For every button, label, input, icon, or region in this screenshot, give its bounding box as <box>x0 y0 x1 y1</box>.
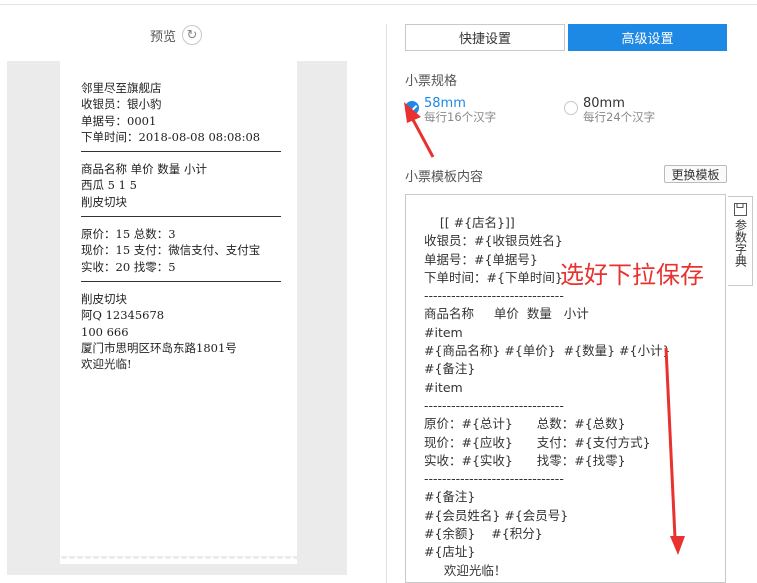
receipt-separator <box>81 280 281 291</box>
swap-template-button[interactable]: 更换模板 <box>664 165 727 183</box>
receipt-line: 商品名称 单价 数量 小计 <box>81 162 207 177</box>
template-line: ------------------------------- <box>424 397 564 413</box>
template-line: #{备注} <box>424 361 476 377</box>
receipt-separator <box>81 216 281 226</box>
template-line: 原价：#{总计} 总数：#{总数} <box>424 416 626 432</box>
refresh-icon[interactable]: ↻ <box>182 25 203 45</box>
receipt-line: 阿Q 12345678 <box>81 308 165 323</box>
radio-80mm-label: 80mm <box>583 96 625 111</box>
receipt-content: 邻里尽至旗舰店 收银员：银小豹 单据号：0001 下单时间：2018-08-08 08… <box>81 80 281 372</box>
template-line: ------------------------------- <box>424 471 564 487</box>
param-dict-button[interactable]: 参数字典 <box>728 196 753 286</box>
receipt-line: 100 666 <box>81 324 129 339</box>
template-line: 欢迎光临！ <box>424 562 507 578</box>
tab-quick-settings[interactable]: 快捷设置 <box>405 24 565 51</box>
template-line: 实收：#{实收} 找零：#{找零} <box>424 452 626 468</box>
receipt-line: 削皮切块 <box>81 194 127 209</box>
template-line: #{商品名称} #{单价} #{数量} #{小计} <box>424 343 671 359</box>
radio-80mm[interactable]: 80mm 每行24个汉字 <box>564 97 655 124</box>
receipt-separator <box>81 151 281 161</box>
template-line: #{店址} <box>424 544 476 560</box>
receipt-line: 厦门市思明区环岛东路1801号 <box>81 340 237 355</box>
receipt-torn-edge <box>60 556 297 564</box>
panel-divider <box>386 24 387 583</box>
receipt-line: 欢迎光临! <box>81 357 132 372</box>
param-dict-label: 参数字典 <box>733 219 748 267</box>
receipt-line: 原价：15 总数：3 <box>81 227 176 242</box>
radio-58mm-sub: 每行16个汉字 <box>424 110 497 124</box>
template-line: #item <box>424 324 463 340</box>
template-line: #item <box>424 379 463 395</box>
radio-checked-icon[interactable] <box>405 101 419 115</box>
radio-58mm[interactable]: 58mm 每行16个汉字 <box>405 97 496 124</box>
receipt-line: 实收：20 找零：5 <box>81 259 176 274</box>
receipt-line: 下单时间：2018-08-08 08:08:08 <box>81 129 261 144</box>
template-line: 现价：#{应收} 支付：#{支付方式} <box>424 434 651 450</box>
top-border <box>0 4 757 5</box>
template-line: #{会员姓名} #{会员号} <box>424 507 569 523</box>
preview-title: 预览 <box>150 29 177 45</box>
template-line: 商品名称 单价 数量 小计 <box>424 306 589 322</box>
template-line: [[ #{店名}]] <box>424 215 515 230</box>
preview-header: 预览 ↻ <box>150 25 203 45</box>
receipt-line: 邻里尽至旗舰店 <box>81 81 162 95</box>
template-line: #{备注} <box>424 489 476 505</box>
tab-advanced-settings[interactable]: 高级设置 <box>568 24 727 51</box>
radio-unchecked-icon[interactable] <box>564 101 578 115</box>
receipt-line: 西瓜 5 1 5 <box>81 178 137 193</box>
save-icon <box>733 203 747 216</box>
annotation-text: 选好下拉保存 <box>560 261 704 289</box>
template-title: 小票模板内容 <box>405 170 484 185</box>
radio-80mm-sub: 每行24个汉字 <box>583 110 656 124</box>
receipt-line: 单据号：0001 <box>81 113 157 128</box>
template-line: #{余额} #{积分} <box>424 526 543 542</box>
receipt-line: 现价：15 支付：微信支付、支付宝 <box>81 243 261 258</box>
template-line: 收银员：#{收银员姓名} <box>424 233 563 249</box>
spec-title: 小票规格 <box>405 74 458 89</box>
receipt-line: 削皮切块 <box>81 291 127 306</box>
radio-58mm-label: 58mm <box>424 96 466 111</box>
receipt-line: 收银员：银小豹 <box>81 97 162 112</box>
